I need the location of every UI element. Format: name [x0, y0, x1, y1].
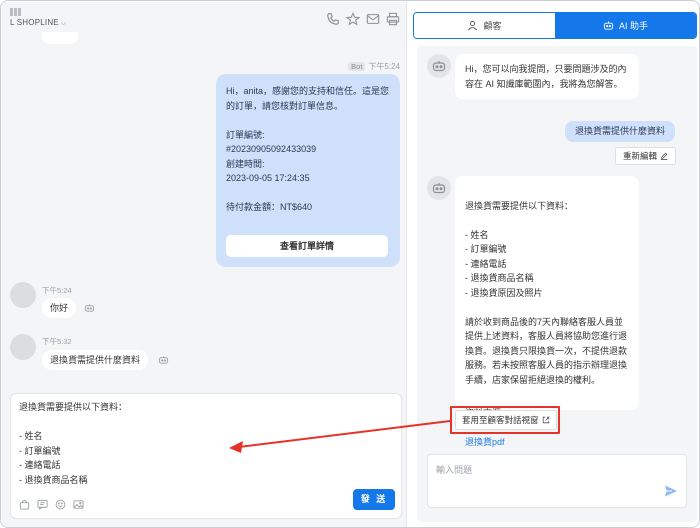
star-icon[interactable]: [346, 12, 360, 26]
message-time: 下午5:24: [42, 286, 72, 295]
user-question: 退換貨需提供什麼資料: [565, 121, 676, 142]
image-icon[interactable]: [73, 499, 84, 510]
app-frame: L SHOPLINE ⌵ Bot 下午5:24 Hi，anita，感謝您的支持和信任…: [0, 0, 700, 528]
ai-avatar: [427, 54, 451, 78]
customer-avatar: [10, 282, 36, 308]
customer-message: 退換貨需提供什麼資料: [42, 350, 149, 370]
message-time: 下午5:24: [368, 62, 400, 71]
bag-icon[interactable]: [19, 499, 30, 510]
ai-conversation: Hi，您可以向我提問，只要問題涉及的內容在 AI 知識庫範圍內，我將為您解答。 …: [417, 46, 697, 522]
robot-icon: [432, 61, 446, 72]
robot-icon: [603, 21, 614, 30]
reedit-button[interactable]: 重新編輯: [615, 147, 677, 165]
ai-avatar: [427, 176, 451, 200]
emoji-icon[interactable]: [55, 499, 66, 510]
tab-customer-label: 顧客: [483, 21, 502, 31]
mail-icon[interactable]: [366, 12, 380, 26]
shop-logo: [10, 8, 24, 16]
chat-panel: L SHOPLINE ⌵ Bot 下午5:24 Hi，anita，感謝您的支持和信任…: [2, 2, 406, 527]
reedit-label: 重新編輯: [623, 151, 658, 161]
message-time: 下午5:32: [42, 337, 72, 346]
bot-order-message: Hi，anita，感謝您的支持和信任。這是您的訂單，請您核對訂單信息。 訂單編號…: [216, 74, 400, 267]
robot-icon: [432, 183, 446, 194]
ai-greeting-message: Hi，您可以向我提問，只要問題涉及的內容在 AI 知識庫範圍內，我將為您解答。: [455, 54, 639, 99]
send-button[interactable]: 發 送: [353, 489, 395, 510]
robot-icon[interactable]: [158, 355, 169, 365]
edit-icon: [660, 152, 668, 160]
assistant-panel: 顧客 AI 助手 Hi，您可以向我提問，只要問題涉及的內容在 AI 知識庫範圍內…: [406, 2, 699, 527]
view-order-details-button[interactable]: 查看訂單詳情: [226, 235, 388, 257]
ai-answer-text: 退換貨需要提供以下資料： - 姓名 - 訂單編號 - 連絡電話 - 退換貨商品名…: [465, 200, 628, 385]
source-link[interactable]: 退換貨pdf: [465, 435, 629, 450]
message-composer[interactable]: 退換貨需要提供以下資料： - 姓名 - 訂單編號 - 連絡電話 - 退換貨商品名…: [10, 393, 402, 519]
shop-switcher[interactable]: L SHOPLINE ⌵: [10, 18, 66, 28]
tab-ai-assistant[interactable]: AI 助手: [555, 13, 696, 38]
person-icon: [468, 20, 478, 31]
printer-icon[interactable]: [386, 12, 400, 26]
panel-tabs: 顧客 AI 助手: [413, 12, 697, 39]
composer-tools: [19, 499, 84, 510]
bot-message-meta: Bot 下午5:24: [348, 61, 400, 72]
tab-customer[interactable]: 顧客: [414, 13, 555, 38]
ai-question-input[interactable]: 輸入問題: [427, 454, 687, 508]
shop-name: L SHOPLINE: [10, 18, 59, 27]
chevron-down-icon: ⌵: [60, 20, 67, 27]
header-actions: [326, 12, 400, 26]
quick-reply-icon[interactable]: [37, 499, 48, 510]
tab-ai-label: AI 助手: [618, 21, 648, 31]
phone-icon[interactable]: [326, 12, 340, 26]
bot-message-text: Hi，anita，感謝您的支持和信任。這是您的訂單，請您核對訂單信息。 訂單編號…: [226, 86, 390, 212]
bot-badge: Bot: [348, 62, 366, 71]
send-icon[interactable]: [664, 484, 678, 498]
composer-text[interactable]: 退換貨需要提供以下資料： - 姓名 - 訂單編號 - 連絡電話 - 退換貨商品名…: [19, 400, 127, 487]
previous-message: [42, 32, 78, 44]
customer-avatar: [10, 334, 36, 360]
input-placeholder: 輸入問題: [436, 465, 473, 475]
highlight-box: [450, 406, 560, 434]
ai-answer-message: 退換貨需要提供以下資料： - 姓名 - 訂單編號 - 連絡電話 - 退換貨商品名…: [455, 176, 639, 447]
robot-icon[interactable]: [84, 303, 95, 313]
customer-message: 你好: [42, 298, 77, 318]
